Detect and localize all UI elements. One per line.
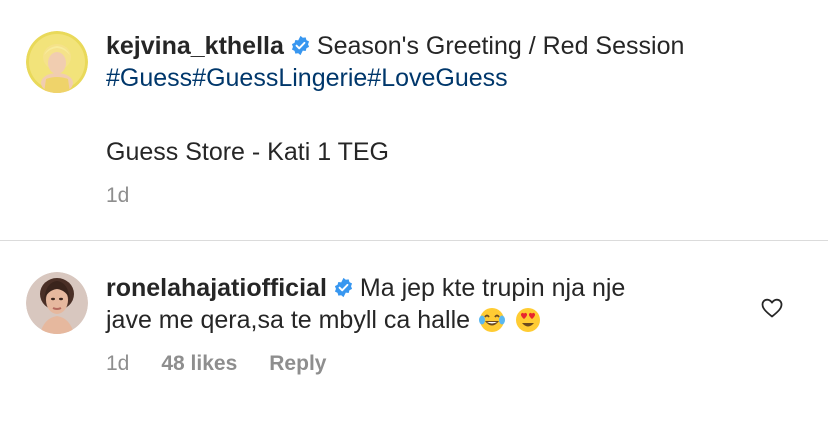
verified-badge-icon bbox=[290, 35, 311, 56]
caption-username[interactable]: kejvina_kthella bbox=[106, 32, 284, 60]
divider bbox=[0, 240, 828, 241]
caption-timestamp[interactable]: 1d bbox=[106, 184, 129, 208]
avatar-image bbox=[26, 31, 88, 93]
comment-text: ronelahajatiofficial Ma jep kte trupin nj… bbox=[106, 272, 726, 336]
comment-body-line-2: jave me qera,sa te mbyll ca halle bbox=[106, 306, 471, 334]
avatar-image bbox=[26, 272, 88, 334]
verified-badge-icon bbox=[333, 277, 354, 298]
hashtag-link[interactable]: #LoveGuess bbox=[367, 64, 507, 92]
comment-meta: 1d 48 likes Reply bbox=[106, 352, 358, 376]
comment-avatar[interactable] bbox=[26, 272, 88, 334]
caption-store-line: Guess Store - Kati 1 TEG bbox=[106, 138, 389, 166]
comment-likes[interactable]: 48 likes bbox=[161, 352, 237, 376]
caption-body: Season's Greeting / Red Session bbox=[316, 32, 685, 60]
caption-avatar[interactable] bbox=[26, 31, 88, 93]
comment-body-line-1: Ma jep kte trupin nja nje bbox=[359, 274, 626, 302]
hashtag-link[interactable]: #GuessLingerie bbox=[192, 64, 367, 92]
comment-username[interactable]: ronelahajatiofficial bbox=[106, 274, 327, 302]
reply-button[interactable]: Reply bbox=[269, 352, 326, 376]
comment-body-line-2-wrap: jave me qera,sa te mbyll ca halle bbox=[106, 304, 726, 336]
comment-timestamp[interactable]: 1d bbox=[106, 352, 129, 376]
hashtag-line: #Guess#GuessLingerie#LoveGuess bbox=[106, 62, 806, 94]
heart-eyes-icon bbox=[514, 306, 542, 334]
like-heart-icon[interactable] bbox=[760, 296, 784, 320]
caption-text: kejvina_kthella Season's Greeting / Red S… bbox=[106, 30, 806, 94]
face-with-tears-of-joy-icon bbox=[478, 306, 506, 334]
hashtag-link[interactable]: #Guess bbox=[106, 64, 192, 92]
